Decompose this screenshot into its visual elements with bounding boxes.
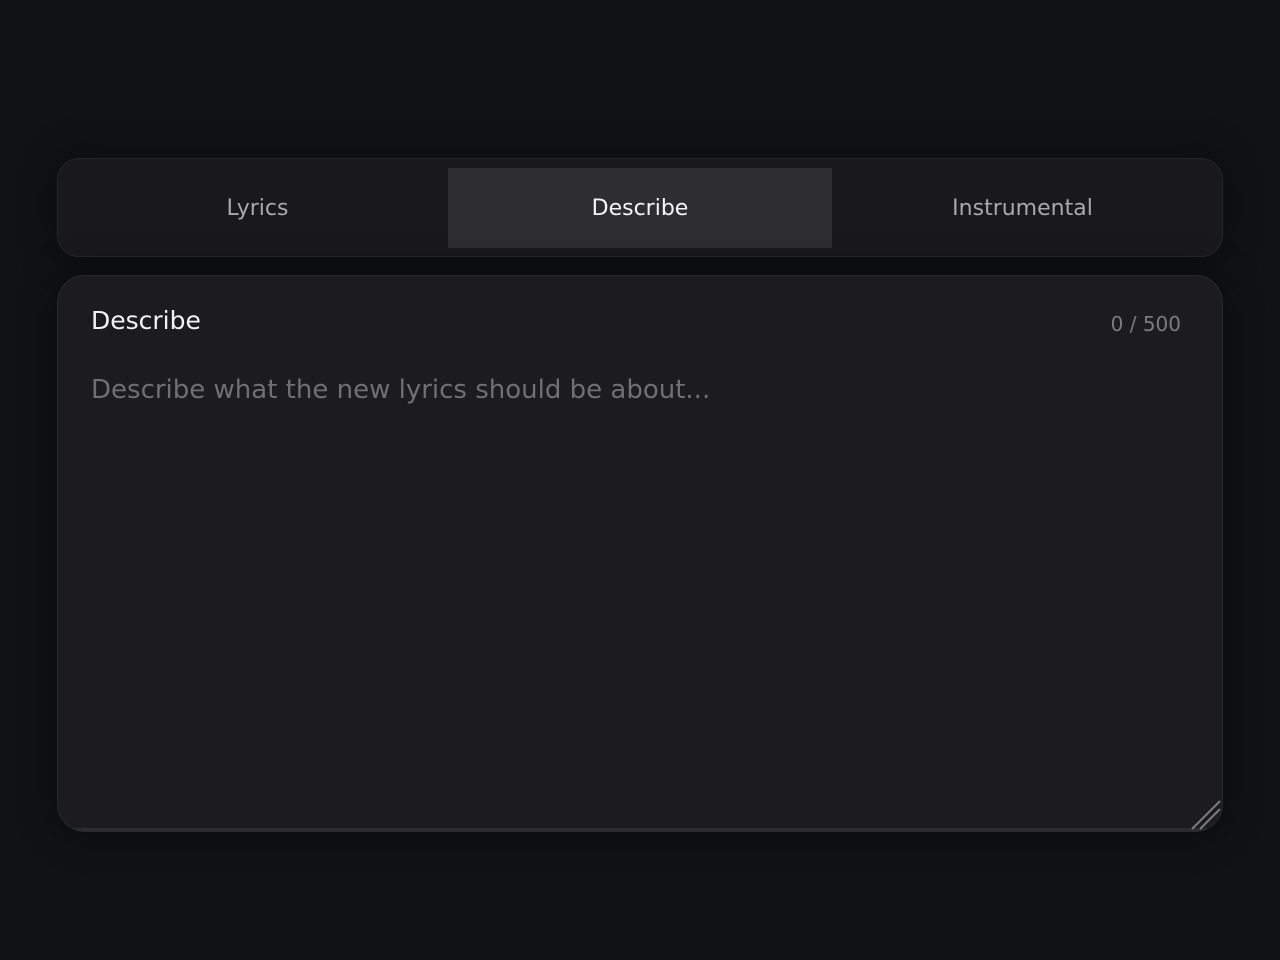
panel-title: Describe [91, 306, 201, 335]
tab-describe[interactable]: Describe [448, 168, 832, 248]
resize-handle-icon[interactable] [1188, 797, 1222, 831]
tab-lyrics[interactable]: Lyrics [67, 168, 448, 248]
describe-textarea[interactable] [91, 372, 1186, 792]
tab-describe-label: Describe [591, 195, 689, 221]
panel-bottom-border [58, 828, 1222, 831]
tab-instrumental-label: Instrumental [952, 195, 1093, 221]
tab-lyrics-label: Lyrics [226, 195, 289, 221]
describe-panel: Describe 0 / 500 [57, 275, 1223, 832]
mode-tab-bar: Lyrics Describe Instrumental [57, 158, 1223, 257]
tab-instrumental[interactable]: Instrumental [832, 168, 1213, 248]
character-counter: 0 / 500 [1110, 312, 1181, 336]
